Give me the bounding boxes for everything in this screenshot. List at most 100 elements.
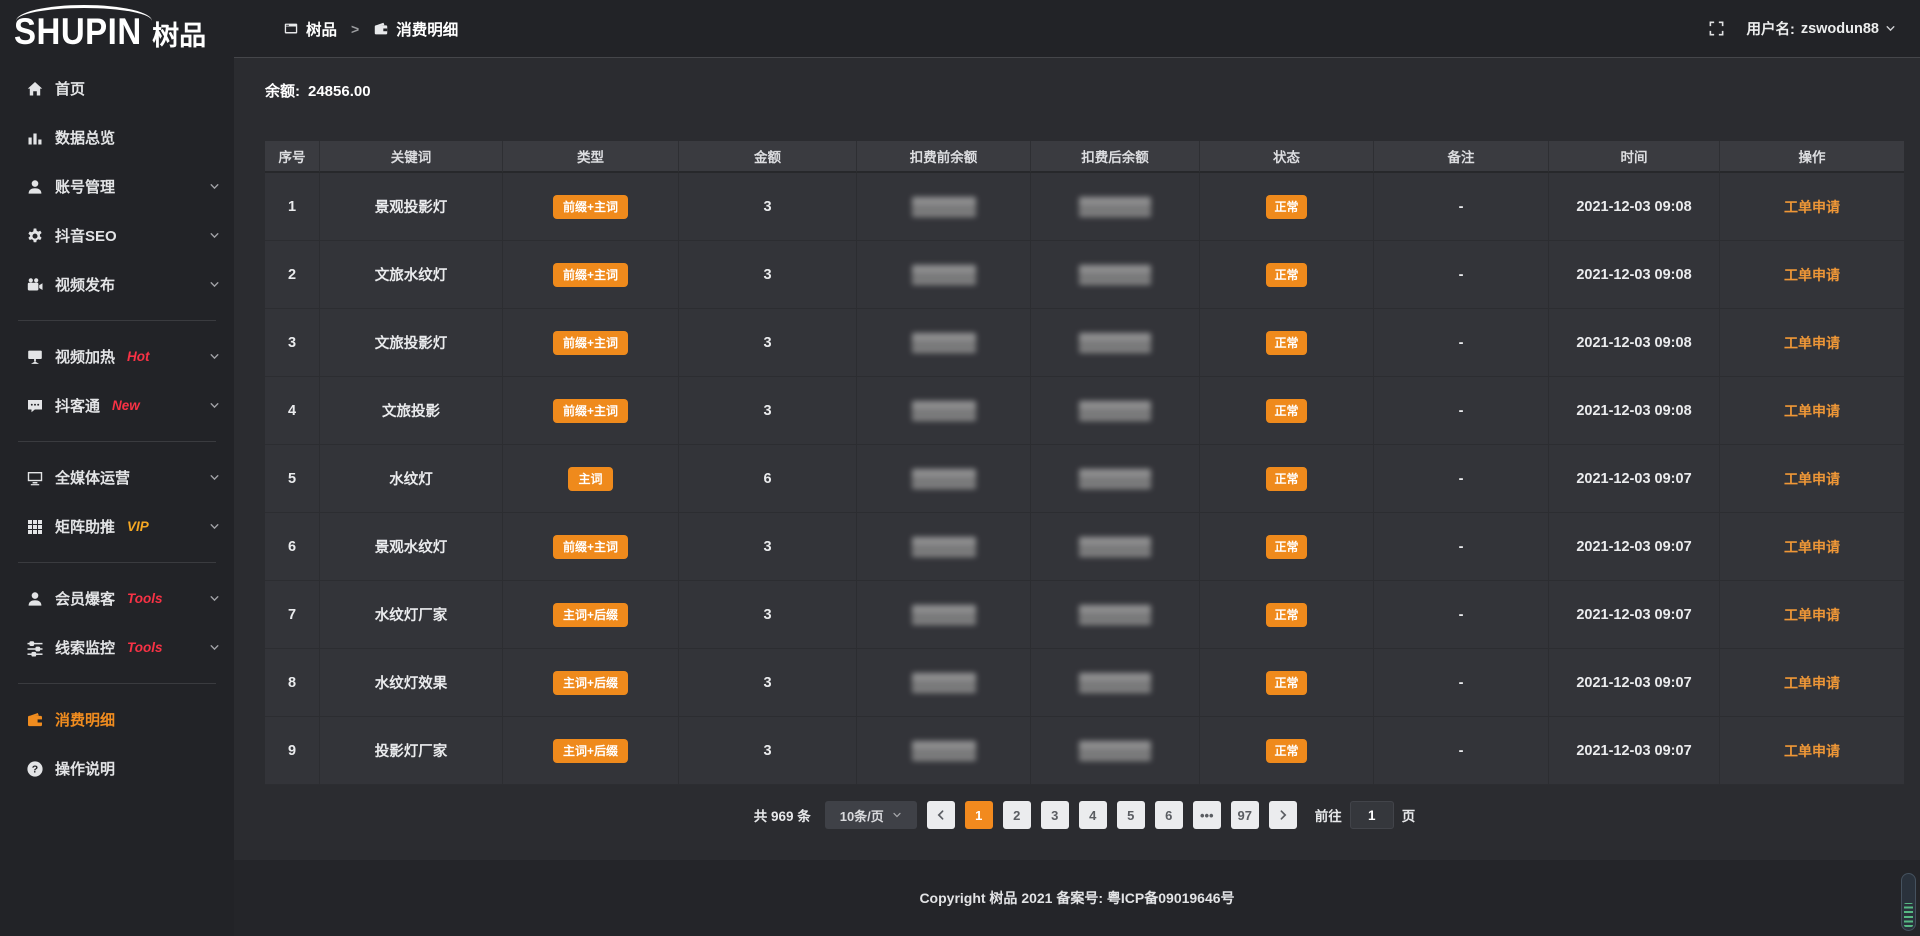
cell-type: 前缀+主词: [503, 309, 679, 377]
cell-balance-after: [1031, 173, 1200, 241]
sidebar-item-matrix-boost[interactable]: 矩阵助推 VIP: [0, 502, 234, 551]
next-page-button[interactable]: [1269, 801, 1297, 829]
work-order-link[interactable]: 工单申请: [1784, 605, 1840, 625]
sidebar-item-label: 抖客通: [55, 395, 100, 416]
scroll-widget[interactable]: [1901, 873, 1916, 931]
masked-value: [1079, 401, 1151, 421]
cell-time: 2021-12-03 09:07: [1549, 445, 1720, 513]
cell-time: 2021-12-03 09:08: [1549, 173, 1720, 241]
work-order-link[interactable]: 工单申请: [1784, 741, 1840, 761]
masked-value: [1079, 197, 1151, 217]
sidebar-item-label: 操作说明: [55, 758, 115, 779]
masked-value: [1079, 673, 1151, 693]
cell-type: 主词+后缀: [503, 717, 679, 785]
chevron-down-icon: [209, 400, 220, 411]
cell-balance-after: [1031, 513, 1200, 581]
column-header: 金额: [679, 141, 857, 173]
more-pages-button[interactable]: •••: [1193, 801, 1221, 829]
masked-value: [912, 401, 976, 421]
sidebar-item-data-overview[interactable]: 数据总览: [0, 113, 234, 162]
user-menu[interactable]: 用户名: zswodun88: [1747, 18, 1897, 39]
work-order-link[interactable]: 工单申请: [1784, 673, 1840, 693]
sidebar-item-douyin-seo[interactable]: 抖音SEO: [0, 211, 234, 260]
masked-value: [912, 469, 976, 489]
work-order-link[interactable]: 工单申请: [1784, 265, 1840, 285]
column-header: 关键词: [320, 141, 503, 173]
cell-time: 2021-12-03 09:07: [1549, 581, 1720, 649]
grid-icon: [26, 518, 44, 536]
sidebar-item-doukatong[interactable]: 抖客通 New: [0, 381, 234, 430]
cell-keyword: 文旅投影灯: [320, 309, 503, 377]
cell-index: 8: [265, 649, 320, 717]
topbar: 树品 > 消费明细 用户名: zswodun88: [234, 0, 1920, 58]
sidebar-item-operation-guide[interactable]: ? 操作说明: [0, 744, 234, 793]
page-button-5[interactable]: 5: [1117, 801, 1145, 829]
breadcrumb-item-consume-detail[interactable]: 消费明细: [373, 18, 458, 40]
masked-value: [912, 197, 976, 217]
logo-brand-cn: 树品: [152, 14, 206, 53]
work-order-link[interactable]: 工单申请: [1784, 537, 1840, 557]
work-order-link[interactable]: 工单申请: [1784, 469, 1840, 489]
sidebar-item-all-media-operation[interactable]: 全媒体运营: [0, 453, 234, 502]
sidebar-item-label: 全媒体运营: [55, 467, 130, 488]
page-size-value: 10条/页: [840, 806, 884, 825]
cell-time: 2021-12-03 09:08: [1549, 377, 1720, 445]
type-badge: 主词+后缀: [553, 603, 628, 627]
sidebar-item-label: 视频发布: [55, 274, 115, 295]
page-button-3[interactable]: 3: [1041, 801, 1069, 829]
goto-page-input[interactable]: [1350, 801, 1394, 829]
page-size-select[interactable]: 10条/页: [825, 801, 917, 829]
menu-divider: [18, 320, 216, 321]
cell-amount: 3: [679, 377, 857, 445]
sidebar-item-consume-detail[interactable]: 消费明细: [0, 695, 234, 744]
cell-status: 正常: [1200, 649, 1374, 717]
page-buttons: 123456 ••• 97: [965, 801, 1259, 829]
sidebar-item-account-management[interactable]: 账号管理: [0, 162, 234, 211]
cell-balance-before: [857, 173, 1031, 241]
fullscreen-icon[interactable]: [1708, 20, 1725, 37]
cell-action: 工单申请: [1720, 513, 1904, 581]
status-badge: 正常: [1266, 195, 1306, 219]
sidebar-item-member-baoke[interactable]: 会员爆客 Tools: [0, 574, 234, 623]
table-row: 2 文旅水纹灯 前缀+主词 3 正常 - 2021-12-03 09:08 工单…: [265, 241, 1904, 309]
work-order-link[interactable]: 工单申请: [1784, 333, 1840, 353]
sidebar-item-lead-monitor[interactable]: 线索监控 Tools: [0, 623, 234, 672]
pagination: 共 969 条 10条/页 123456•••97 前往 页: [265, 799, 1904, 831]
cell-type: 前缀+主词: [503, 513, 679, 581]
page-button-6[interactable]: 6: [1155, 801, 1183, 829]
cell-remark: -: [1374, 717, 1549, 785]
menu-divider: [18, 441, 216, 442]
sidebar-item-video-heat[interactable]: 视频加热 Hot: [0, 332, 234, 381]
goto-unit-label: 页: [1402, 805, 1416, 825]
username-value: zswodun88: [1801, 21, 1879, 37]
masked-value: [912, 333, 976, 353]
cell-type: 主词+后缀: [503, 649, 679, 717]
sidebar-item-video-publish[interactable]: 视频发布: [0, 260, 234, 309]
cell-balance-before: [857, 445, 1031, 513]
page-button-active[interactable]: 1: [965, 801, 993, 829]
type-badge: 前缀+主词: [553, 263, 628, 287]
breadcrumb-item-shupin[interactable]: 树品: [283, 18, 337, 40]
table-row: 7 水纹灯厂家 主词+后缀 3 正常 - 2021-12-03 09:07 工单…: [265, 581, 1904, 649]
page-button-2[interactable]: 2: [1003, 801, 1031, 829]
cell-status: 正常: [1200, 173, 1374, 241]
cell-action: 工单申请: [1720, 377, 1904, 445]
work-order-link[interactable]: 工单申请: [1784, 197, 1840, 217]
status-badge: 正常: [1266, 399, 1306, 423]
page-button-4[interactable]: 4: [1079, 801, 1107, 829]
cell-keyword: 水纹灯: [320, 445, 503, 513]
cell-balance-before: [857, 581, 1031, 649]
masked-value: [1079, 333, 1151, 353]
cell-amount: 3: [679, 309, 857, 377]
cell-index: 7: [265, 581, 320, 649]
sidebar-item-badge: Hot: [127, 349, 150, 364]
table-header-row: 序号关键词类型金额扣费前余额扣费后余额状态备注时间操作: [265, 141, 1904, 173]
cell-type: 主词: [503, 445, 679, 513]
copyright-text: Copyright 树品 2021 备案号: 粤ICP备09019646号: [919, 888, 1234, 908]
sidebar-item-home[interactable]: 首页: [0, 64, 234, 113]
page-button-97[interactable]: 97: [1231, 801, 1259, 829]
masked-value: [912, 741, 976, 761]
prev-page-button[interactable]: [927, 801, 955, 829]
work-order-link[interactable]: 工单申请: [1784, 401, 1840, 421]
cell-keyword: 景观投影灯: [320, 173, 503, 241]
